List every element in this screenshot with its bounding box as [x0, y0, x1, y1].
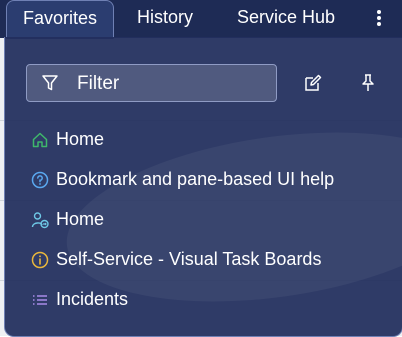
favorite-item-bookmark-help[interactable]: Bookmark and pane-based UI help [27, 166, 387, 196]
tab-favorites[interactable]: Favorites [6, 0, 114, 39]
favorite-item-home[interactable]: Home [27, 126, 387, 156]
pin-icon [362, 74, 374, 91]
filter-placeholder: Filter [77, 73, 120, 94]
tab-service-hub[interactable]: Service Hub [224, 0, 348, 36]
tab-history[interactable]: History [124, 0, 206, 36]
more-options-button[interactable] [366, 4, 392, 32]
home-icon [32, 132, 48, 148]
favorite-item-label: Self-Service - Visual Task Boards [56, 249, 322, 269]
favorites-panel: Filter Home Bookmark and pane-based UI h… [4, 37, 402, 337]
edit-favorites-button[interactable] [302, 72, 324, 94]
info-circle-icon [31, 251, 49, 269]
favorite-item-incidents[interactable]: Incidents [27, 286, 387, 316]
tab-service-hub-label: Service Hub [236, 7, 336, 27]
list-icon [33, 295, 47, 305]
favorite-item-label: Bookmark and pane-based UI help [56, 169, 335, 189]
favorite-item-label: Home [56, 129, 105, 149]
favorite-item-label: Incidents [56, 289, 129, 309]
user-link-icon [31, 212, 49, 229]
filter-funnel-icon [42, 75, 58, 91]
tab-favorites-label: Favorites [22, 8, 98, 28]
favorite-item-visual-task-boards[interactable]: Self-Service - Visual Task Boards [27, 246, 387, 276]
tab-history-label: History [136, 7, 193, 27]
help-circle-icon [31, 171, 49, 189]
pin-panel-button[interactable] [357, 72, 379, 94]
edit-pencil-icon [305, 74, 322, 91]
filter-input[interactable]: Filter [26, 64, 277, 102]
top-navigation-bar: Favorites History Service Hub [0, 0, 402, 39]
favorite-item-home-user[interactable]: Home [27, 206, 387, 236]
favorite-item-label: Home [56, 209, 105, 229]
vertical-ellipsis-icon [377, 10, 381, 26]
